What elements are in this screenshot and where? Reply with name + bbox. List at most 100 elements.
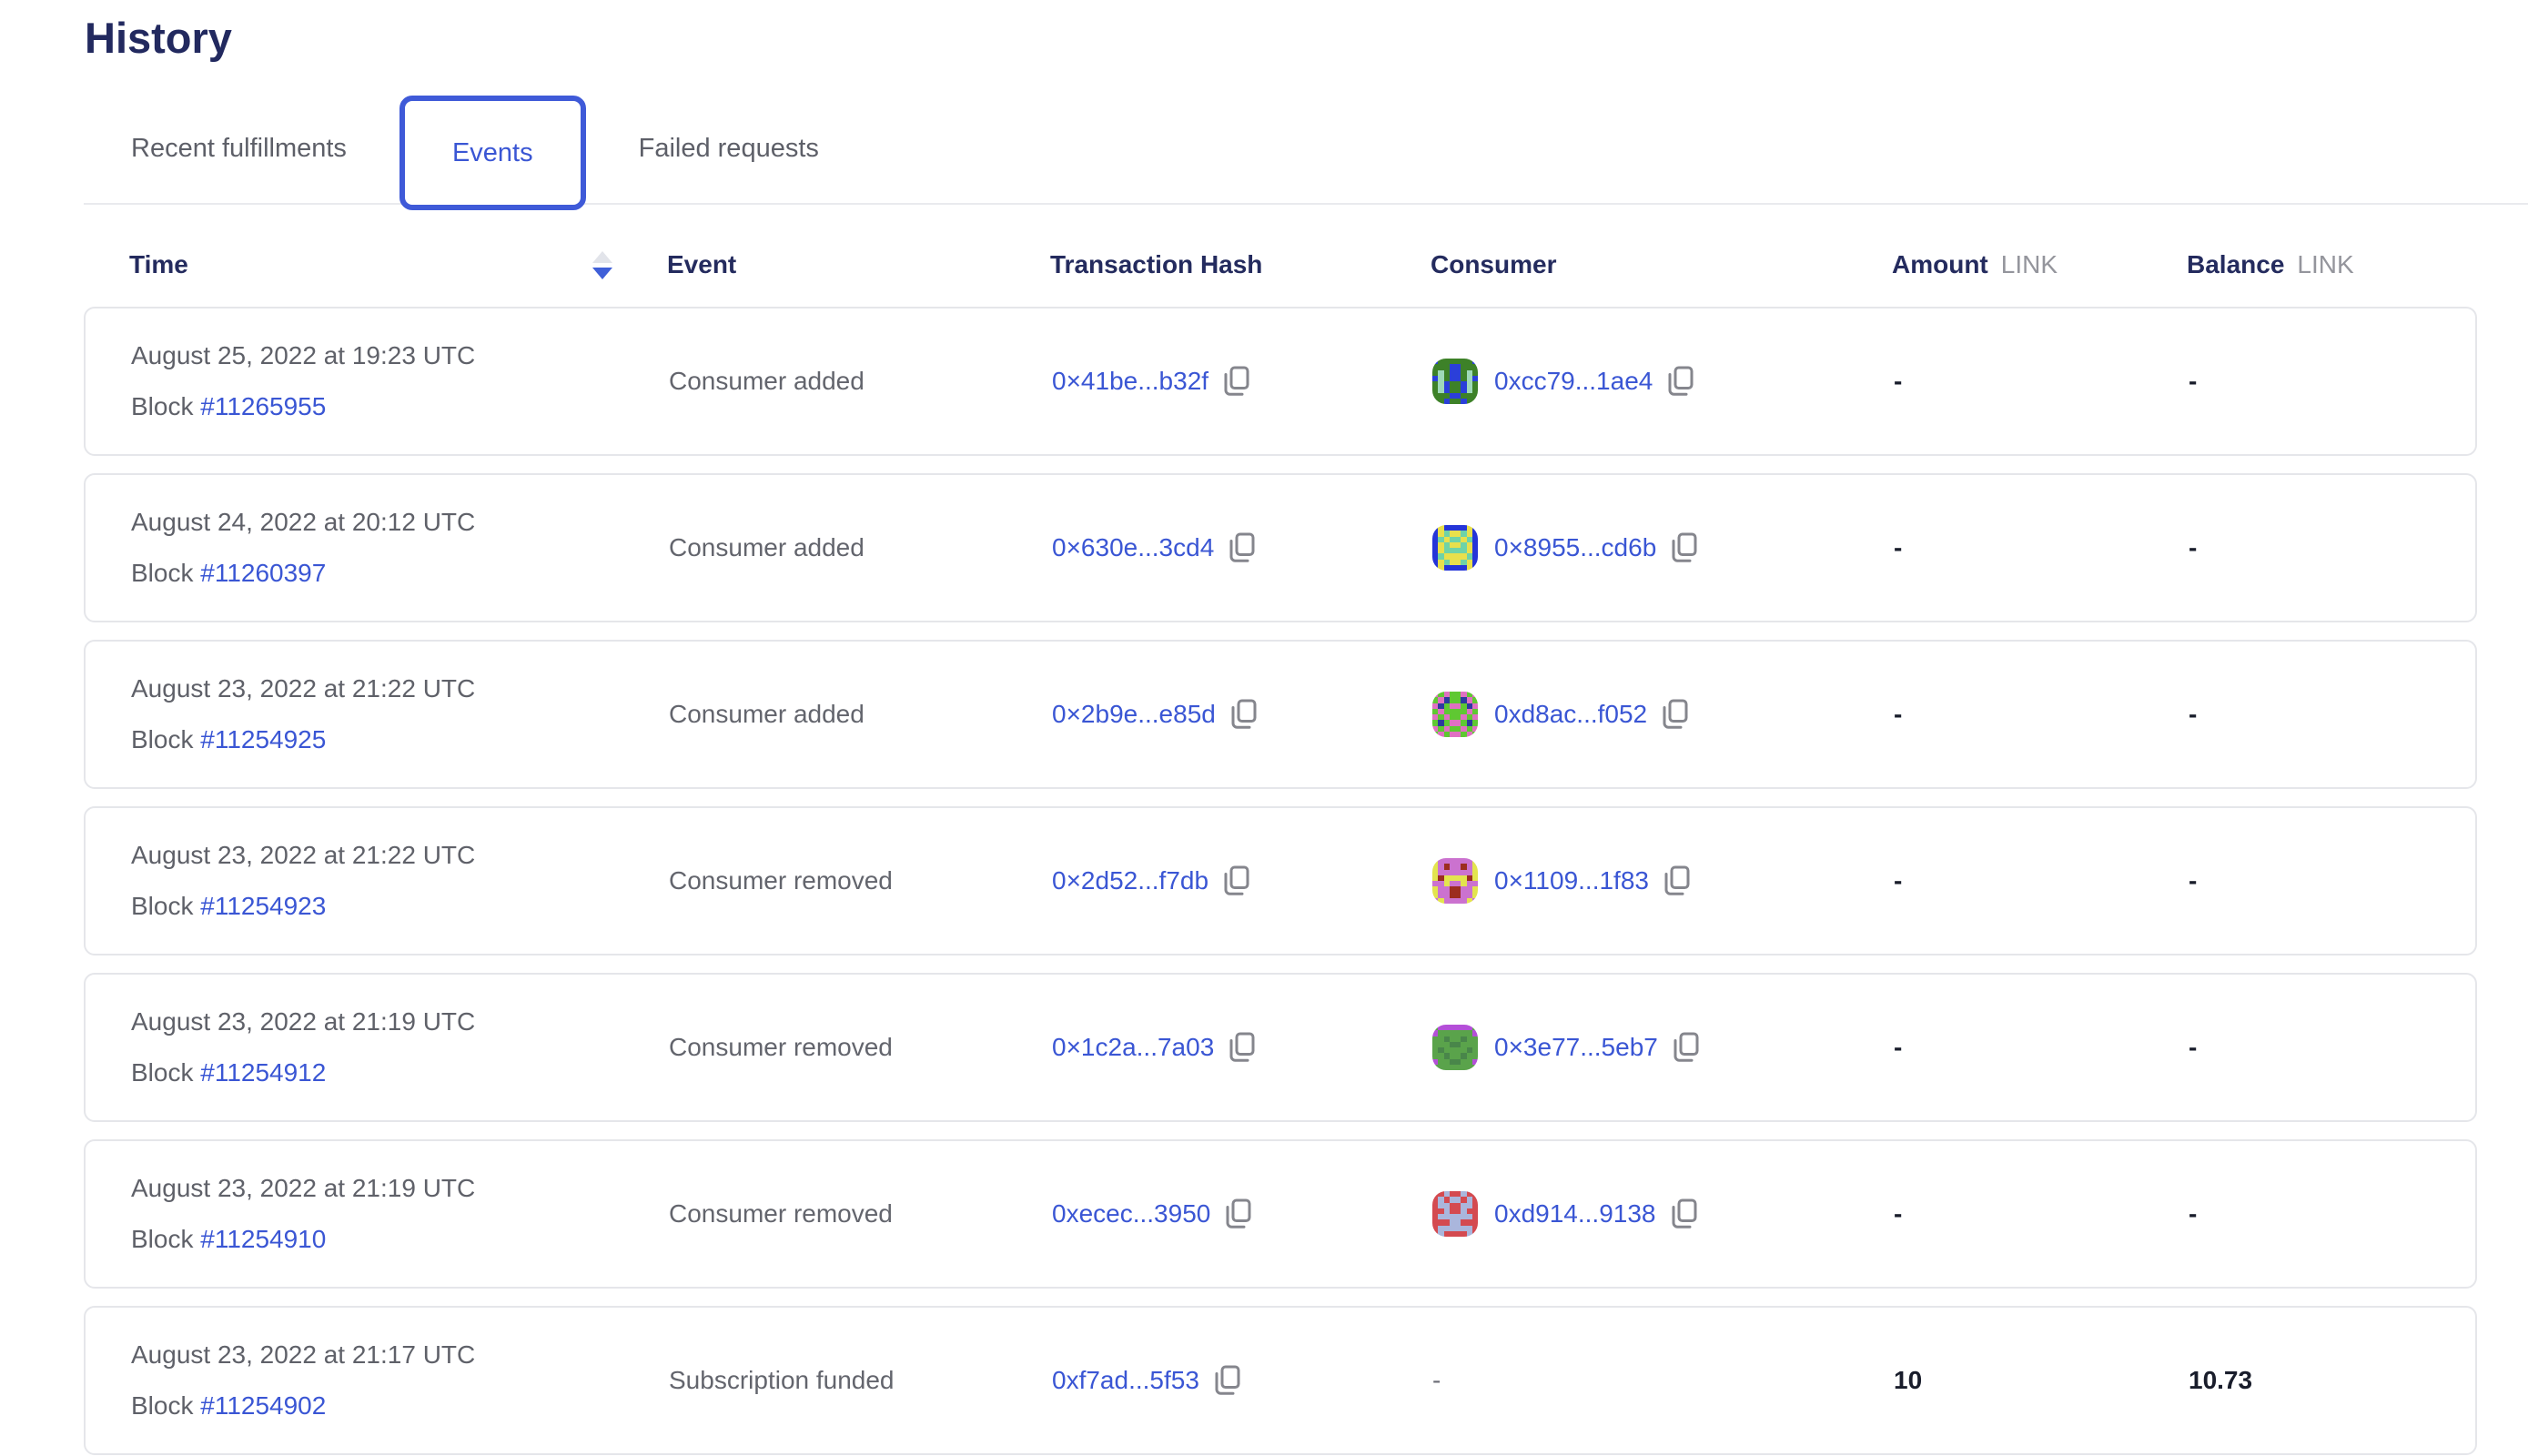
table-row: August 23, 2022 at 21:22 UTC Block #1125… (84, 640, 2477, 789)
timestamp: August 23, 2022 at 21:22 UTC (131, 674, 669, 703)
consumer-identicon (1432, 1025, 1478, 1070)
amount-cell: - (1894, 1033, 2189, 1062)
table-row: August 23, 2022 at 21:19 UTC Block #1125… (84, 973, 2477, 1122)
amount-cell: 10 (1894, 1366, 2189, 1395)
copy-icon[interactable] (1662, 698, 1689, 731)
transaction-hash-link[interactable]: 0×630e...3cd4 (1052, 533, 1214, 562)
consumer-cell: 0xd8ac...f052 (1432, 692, 1894, 737)
balance-unit-label: LINK (2297, 250, 2353, 279)
transaction-hash-link[interactable]: 0×1c2a...7a03 (1052, 1033, 1214, 1062)
copy-icon[interactable] (1663, 864, 1691, 897)
tab-events[interactable]: Events (399, 96, 586, 210)
block-number-link[interactable]: #11265955 (200, 392, 326, 420)
consumer-identicon (1432, 525, 1478, 571)
table-row: August 25, 2022 at 19:23 UTC Block #1126… (84, 307, 2477, 456)
consumer-cell: 0×3e77...5eb7 (1432, 1025, 1894, 1070)
amount-cell: - (1894, 866, 2189, 895)
time-cell: August 23, 2022 at 21:22 UTC Block #1125… (131, 841, 669, 921)
copy-icon[interactable] (1667, 365, 1694, 398)
timestamp: August 23, 2022 at 21:17 UTC (131, 1340, 669, 1370)
transaction-hash-cell: 0xf7ad...5f53 (1052, 1364, 1432, 1397)
block-label: Block (131, 1058, 193, 1087)
transaction-hash-link[interactable]: 0×2b9e...e85d (1052, 700, 1216, 729)
table-body: August 25, 2022 at 19:23 UTC Block #1126… (0, 307, 2528, 1455)
column-header-time[interactable]: Time (129, 250, 667, 279)
consumer-link[interactable]: 0×1109...1f83 (1494, 866, 1649, 895)
consumer-link[interactable]: 0xd8ac...f052 (1494, 700, 1647, 729)
consumer-empty-dash: - (1432, 1366, 1441, 1395)
balance-cell: - (2189, 367, 2475, 396)
block-label: Block (131, 559, 193, 587)
column-header-consumer: Consumer (1431, 250, 1892, 279)
history-tabs: Recent fulfillments Events Failed reques… (84, 94, 2528, 205)
consumer-identicon (1432, 858, 1478, 904)
block-number-link[interactable]: #11254925 (200, 725, 326, 753)
consumer-cell: - (1432, 1366, 1894, 1395)
table-row: August 23, 2022 at 21:22 UTC Block #1125… (84, 806, 2477, 956)
consumer-link[interactable]: 0xcc79...1ae4 (1494, 367, 1653, 396)
event-cell: Consumer added (669, 700, 1052, 729)
copy-icon[interactable] (1671, 1198, 1698, 1230)
transaction-hash-link[interactable]: 0×41be...b32f (1052, 367, 1208, 396)
table-row: August 24, 2022 at 20:12 UTC Block #1126… (84, 473, 2477, 622)
consumer-cell: 0×8955...cd6b (1432, 525, 1894, 571)
copy-icon[interactable] (1230, 698, 1258, 731)
transaction-hash-cell: 0×41be...b32f (1052, 365, 1432, 398)
copy-icon[interactable] (1229, 531, 1256, 564)
timestamp: August 23, 2022 at 21:19 UTC (131, 1007, 669, 1036)
timestamp: August 25, 2022 at 19:23 UTC (131, 341, 669, 370)
amount-cell: - (1894, 533, 2189, 562)
transaction-hash-cell: 0×2d52...f7db (1052, 864, 1432, 897)
timestamp: August 23, 2022 at 21:22 UTC (131, 841, 669, 870)
balance-cell: - (2189, 866, 2475, 895)
amount-cell: - (1894, 1199, 2189, 1228)
balance-cell: - (2189, 1199, 2475, 1228)
transaction-hash-cell: 0×2b9e...e85d (1052, 698, 1432, 731)
balance-cell: - (2189, 700, 2475, 729)
column-header-transaction-hash: Transaction Hash (1050, 250, 1431, 279)
amount-cell: - (1894, 700, 2189, 729)
time-cell: August 24, 2022 at 20:12 UTC Block #1126… (131, 508, 669, 588)
consumer-link[interactable]: 0×8955...cd6b (1494, 533, 1656, 562)
consumer-identicon (1432, 359, 1478, 404)
transaction-hash-link[interactable]: 0xf7ad...5f53 (1052, 1366, 1199, 1395)
block-label: Block (131, 725, 193, 753)
transaction-hash-cell: 0×1c2a...7a03 (1052, 1031, 1432, 1064)
table-header: Time Event Transaction Hash Consumer Amo… (84, 205, 2477, 307)
transaction-hash-link[interactable]: 0xecec...3950 (1052, 1199, 1210, 1228)
balance-cell: - (2189, 1033, 2475, 1062)
copy-icon[interactable] (1229, 1031, 1256, 1064)
consumer-link[interactable]: 0xd914...9138 (1494, 1199, 1656, 1228)
time-cell: August 23, 2022 at 21:19 UTC Block #1125… (131, 1007, 669, 1087)
block-label: Block (131, 892, 193, 920)
amount-cell: - (1894, 367, 2189, 396)
consumer-link[interactable]: 0×3e77...5eb7 (1494, 1033, 1658, 1062)
event-cell: Consumer added (669, 367, 1052, 396)
transaction-hash-link[interactable]: 0×2d52...f7db (1052, 866, 1208, 895)
block-number-link[interactable]: #11254923 (200, 892, 326, 920)
copy-icon[interactable] (1671, 531, 1698, 564)
copy-icon[interactable] (1223, 365, 1250, 398)
event-cell: Consumer removed (669, 1033, 1052, 1062)
tab-failed-requests[interactable]: Failed requests (592, 94, 866, 203)
consumer-cell: 0xd914...9138 (1432, 1191, 1894, 1237)
sort-caret-icon (592, 251, 612, 279)
block-number-link[interactable]: #11254912 (200, 1058, 326, 1087)
column-header-amount: Amount LINK (1892, 250, 2187, 279)
event-cell: Subscription funded (669, 1366, 1052, 1395)
block-number-link[interactable]: #11260397 (200, 559, 326, 587)
block-label: Block (131, 1391, 193, 1420)
amount-unit-label: LINK (2001, 250, 2058, 279)
transaction-hash-cell: 0xecec...3950 (1052, 1198, 1432, 1230)
table-row: August 23, 2022 at 21:17 UTC Block #1125… (84, 1306, 2477, 1455)
column-header-event: Event (667, 250, 1050, 279)
block-number-link[interactable]: #11254902 (200, 1391, 326, 1420)
balance-cell: - (2189, 533, 2475, 562)
block-number-link[interactable]: #11254910 (200, 1225, 326, 1253)
tab-recent-fulfillments[interactable]: Recent fulfillments (84, 94, 394, 203)
copy-icon[interactable] (1225, 1198, 1252, 1230)
copy-icon[interactable] (1223, 864, 1250, 897)
copy-icon[interactable] (1214, 1364, 1241, 1397)
copy-icon[interactable] (1673, 1031, 1700, 1064)
time-cell: August 23, 2022 at 21:19 UTC Block #1125… (131, 1174, 669, 1254)
